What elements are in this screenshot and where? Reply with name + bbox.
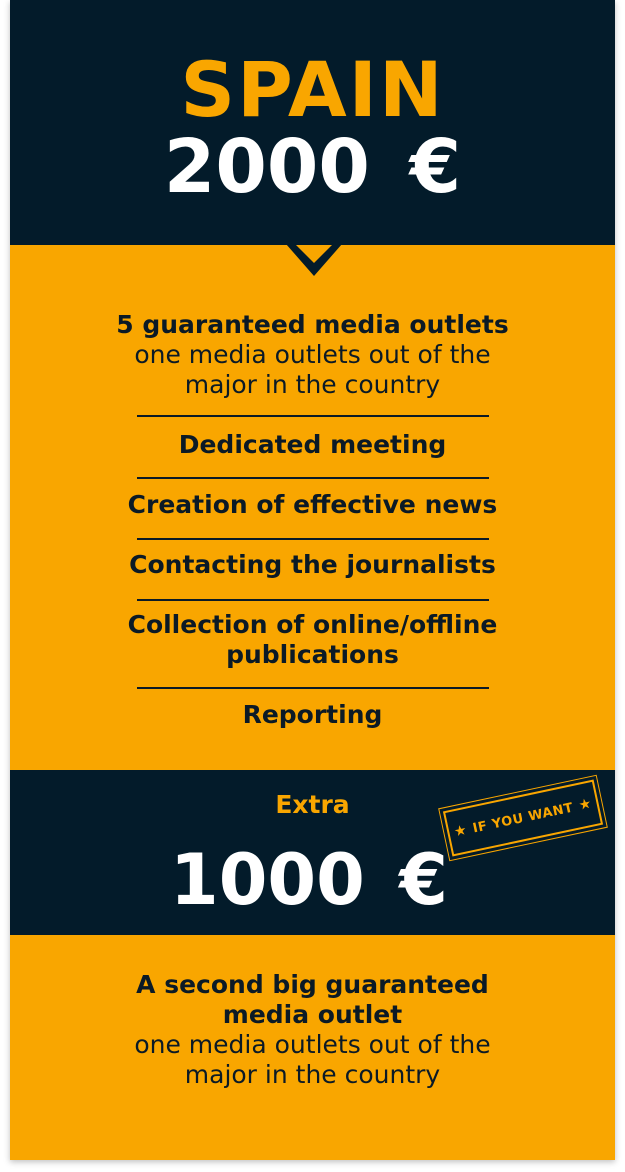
extra-feature: A second big guaranteed media outlet one… (10, 970, 615, 1090)
divider (137, 415, 489, 417)
extra-feature-title: A second big guaranteed media outlet (136, 970, 489, 1029)
stamp-text: IF YOU WANT (471, 800, 575, 836)
feature-subtitle: one media outlets out of the major in th… (134, 340, 491, 399)
star-icon: ★ (577, 795, 594, 814)
feature-title: Reporting (242, 700, 383, 729)
extra-details-panel: A second big guaranteed media outlet one… (10, 935, 615, 1160)
feature-title: Collection of online/offline publication… (127, 610, 498, 669)
extra-price: 1000 € (170, 839, 448, 921)
feature-title: Contacting the journalists (129, 550, 496, 579)
divider (137, 477, 489, 479)
extra-feature-subtitle: one media outlets out of the major in th… (134, 1030, 491, 1089)
feature-title: Dedicated meeting (178, 430, 447, 459)
divider (137, 538, 489, 540)
divider (137, 687, 489, 689)
features-panel: 5 guaranteed media outlets one media out… (10, 245, 615, 770)
pricing-card: SPAIN 2000 € 5 guaranteed media outlets … (10, 0, 615, 1160)
price-header: SPAIN 2000 € (10, 0, 615, 245)
main-price: 2000 € (163, 124, 462, 210)
pointer-arrow-inner (296, 245, 332, 263)
feature-item: Creation of effective news (10, 490, 615, 520)
star-icon: ★ (452, 822, 469, 841)
extra-band: Extra 1000 € ★ IF YOU WANT ★ (10, 770, 615, 935)
feature-item: Contacting the journalists (10, 550, 615, 580)
divider (137, 599, 489, 601)
feature-item: 5 guaranteed media outlets one media out… (10, 310, 615, 400)
feature-item: Dedicated meeting (10, 430, 615, 460)
feature-item: Collection of online/offline publication… (10, 610, 615, 670)
feature-item: Reporting (10, 700, 615, 730)
feature-title: Creation of effective news (127, 490, 498, 519)
feature-title: 5 guaranteed media outlets (116, 310, 509, 339)
